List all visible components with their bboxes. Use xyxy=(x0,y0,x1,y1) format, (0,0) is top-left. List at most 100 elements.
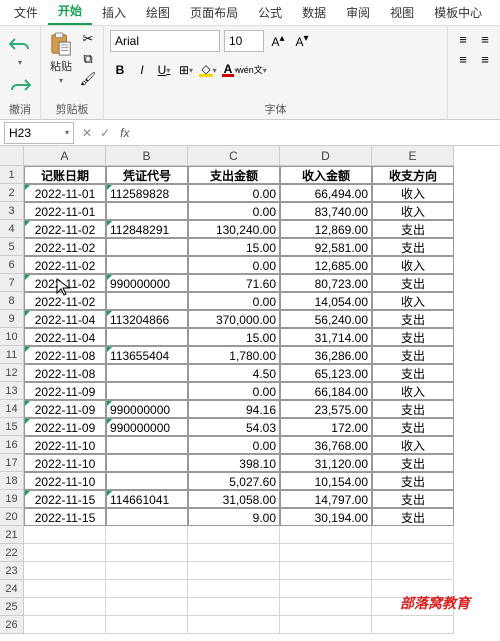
cut-button[interactable]: ✂ xyxy=(79,30,97,48)
cell[interactable]: 990000000 xyxy=(106,400,188,418)
cell[interactable]: 2022-11-09 xyxy=(24,382,106,400)
cell[interactable] xyxy=(106,328,188,346)
cell[interactable]: 支出 xyxy=(372,364,454,382)
row-header-24[interactable]: 24 xyxy=(0,580,24,598)
cell[interactable]: 1,780.00 xyxy=(188,346,280,364)
cell[interactable]: 0.00 xyxy=(188,202,280,220)
cell[interactable]: 支出 xyxy=(372,220,454,238)
cell[interactable]: 92,581.00 xyxy=(280,238,372,256)
cell[interactable] xyxy=(188,598,280,616)
cell[interactable] xyxy=(372,544,454,562)
cell[interactable]: 2022-11-15 xyxy=(24,490,106,508)
header-cell[interactable]: 支出金额 xyxy=(188,166,280,184)
cell[interactable]: 2022-11-02 xyxy=(24,256,106,274)
col-header-D[interactable]: D xyxy=(280,146,372,166)
align-left-button[interactable]: ≡ xyxy=(454,50,472,68)
cell[interactable]: 370,000.00 xyxy=(188,310,280,328)
cell[interactable]: 支出 xyxy=(372,508,454,526)
cell[interactable]: 31,714.00 xyxy=(280,328,372,346)
col-header-E[interactable]: E xyxy=(372,146,454,166)
cell[interactable]: 112848291 xyxy=(106,220,188,238)
cell[interactable] xyxy=(106,526,188,544)
cell[interactable]: 0.00 xyxy=(188,382,280,400)
row-header-5[interactable]: 5 xyxy=(0,238,24,256)
cell[interactable]: 支出 xyxy=(372,328,454,346)
row-header-20[interactable]: 20 xyxy=(0,508,24,526)
header-cell[interactable]: 凭证代号 xyxy=(106,166,188,184)
cell[interactable] xyxy=(24,526,106,544)
align-top-button[interactable]: ≡ xyxy=(454,30,472,48)
cell[interactable]: 23,575.00 xyxy=(280,400,372,418)
cell[interactable]: 113655404 xyxy=(106,346,188,364)
cell[interactable]: 2022-11-02 xyxy=(24,292,106,310)
row-header-14[interactable]: 14 xyxy=(0,400,24,418)
row-header-16[interactable]: 16 xyxy=(0,436,24,454)
cell[interactable]: 114661041 xyxy=(106,490,188,508)
bold-button[interactable]: B xyxy=(110,60,130,80)
cell[interactable]: 83,740.00 xyxy=(280,202,372,220)
format-painter-button[interactable]: 🖌 xyxy=(79,70,97,88)
cell[interactable]: 支出 xyxy=(372,274,454,292)
cell[interactable] xyxy=(188,580,280,598)
cell[interactable]: 56,240.00 xyxy=(280,310,372,328)
font-name-select[interactable] xyxy=(110,30,220,52)
cell[interactable] xyxy=(106,562,188,580)
cell[interactable]: 66,184.00 xyxy=(280,382,372,400)
cell[interactable]: 0.00 xyxy=(188,292,280,310)
row-header-23[interactable]: 23 xyxy=(0,562,24,580)
cell[interactable]: 2022-11-09 xyxy=(24,418,106,436)
row-header-13[interactable]: 13 xyxy=(0,382,24,400)
cell[interactable] xyxy=(280,562,372,580)
cell[interactable]: 398.10 xyxy=(188,454,280,472)
row-header-15[interactable]: 15 xyxy=(0,418,24,436)
cell[interactable] xyxy=(106,598,188,616)
cell[interactable] xyxy=(106,436,188,454)
cell[interactable] xyxy=(280,616,372,634)
cell[interactable]: 31,058.00 xyxy=(188,490,280,508)
tab-5[interactable]: 公式 xyxy=(248,0,292,25)
cell[interactable]: 2022-11-09 xyxy=(24,400,106,418)
tab-1[interactable]: 开始 xyxy=(48,0,92,25)
cell[interactable]: 36,286.00 xyxy=(280,346,372,364)
cell[interactable]: 2022-11-15 xyxy=(24,508,106,526)
header-cell[interactable]: 收入金额 xyxy=(280,166,372,184)
cell[interactable]: 支出 xyxy=(372,400,454,418)
cell[interactable]: 支出 xyxy=(372,418,454,436)
cell[interactable]: 0.00 xyxy=(188,184,280,202)
cell[interactable]: 31,120.00 xyxy=(280,454,372,472)
cell[interactable]: 130,240.00 xyxy=(188,220,280,238)
cell[interactable]: 36,768.00 xyxy=(280,436,372,454)
increase-font-button[interactable]: A▴ xyxy=(268,31,288,51)
cell[interactable]: 66,494.00 xyxy=(280,184,372,202)
cell[interactable] xyxy=(372,526,454,544)
cell[interactable] xyxy=(106,616,188,634)
cell[interactable]: 2022-11-04 xyxy=(24,310,106,328)
cell[interactable]: 收入 xyxy=(372,382,454,400)
copy-button[interactable]: ⧉ xyxy=(79,50,97,68)
cell[interactable] xyxy=(280,544,372,562)
cell[interactable] xyxy=(372,616,454,634)
cell[interactable]: 14,054.00 xyxy=(280,292,372,310)
name-box[interactable]: H23 ▾ xyxy=(4,122,74,144)
cell[interactable] xyxy=(24,580,106,598)
cell[interactable] xyxy=(280,526,372,544)
row-header-11[interactable]: 11 xyxy=(0,346,24,364)
cell[interactable] xyxy=(24,598,106,616)
cell[interactable]: 支出 xyxy=(372,238,454,256)
cell[interactable]: 10,154.00 xyxy=(280,472,372,490)
cell[interactable]: 2022-11-08 xyxy=(24,346,106,364)
cell[interactable] xyxy=(106,508,188,526)
row-header-1[interactable]: 1 xyxy=(0,166,24,184)
row-header-9[interactable]: 9 xyxy=(0,310,24,328)
cell[interactable]: 0.00 xyxy=(188,436,280,454)
row-header-17[interactable]: 17 xyxy=(0,454,24,472)
cell[interactable]: 65,123.00 xyxy=(280,364,372,382)
cell[interactable] xyxy=(106,364,188,382)
cell[interactable]: 9.00 xyxy=(188,508,280,526)
cell[interactable]: 54.03 xyxy=(188,418,280,436)
row-header-4[interactable]: 4 xyxy=(0,220,24,238)
cell[interactable]: 收入 xyxy=(372,436,454,454)
fill-color-button[interactable]: ◇▾ xyxy=(198,60,218,80)
border-button[interactable]: ⊞▾ xyxy=(176,60,196,80)
cell[interactable] xyxy=(106,382,188,400)
